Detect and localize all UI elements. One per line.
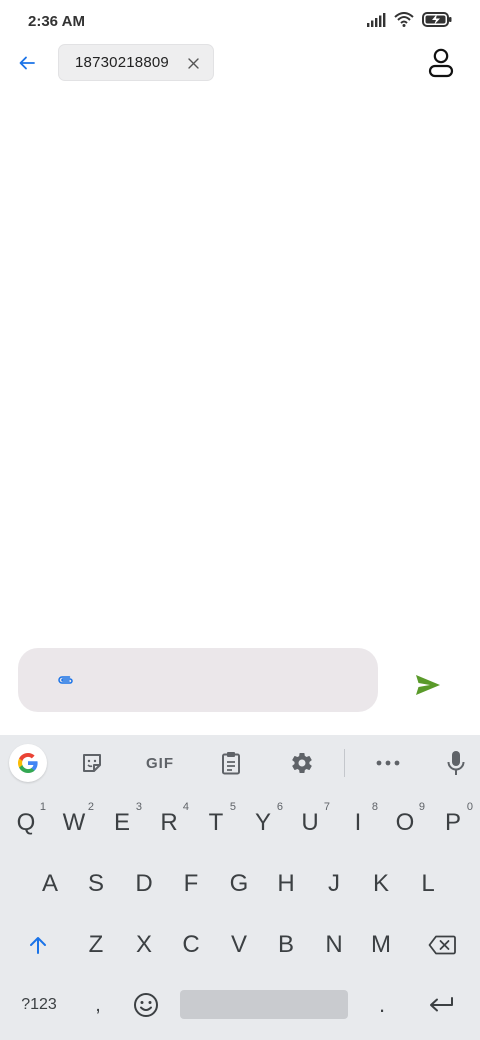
key-h[interactable]: H [263,860,309,908]
backspace-key[interactable] [418,921,466,969]
send-icon [416,675,440,695]
person-icon [428,48,454,78]
key-l[interactable]: L [405,860,451,908]
key-j[interactable]: J [311,860,357,908]
arrow-left-icon [19,56,35,70]
send-button[interactable] [408,665,448,705]
contact-button[interactable] [424,46,458,80]
key-a[interactable]: A [27,860,73,908]
status-time: 2:36 AM [28,13,85,30]
key-g[interactable]: G [216,860,262,908]
comma-key[interactable]: , [76,981,120,1029]
enter-arrow-icon [430,997,453,1012]
settings-button[interactable] [282,743,322,783]
paperclip-icon [58,676,73,684]
close-icon [187,57,199,69]
back-button[interactable] [14,50,40,76]
key-m[interactable]: M [358,921,404,969]
gear-icon [292,753,312,774]
key-u[interactable]: U7 [287,799,333,847]
key-c[interactable]: C [168,921,214,969]
google-button[interactable] [8,743,48,783]
recipient-chip[interactable]: 18730218809 [58,44,214,81]
gif-label: GIF [146,754,174,772]
more-button[interactable] [368,743,408,783]
voice-input-button[interactable] [436,743,476,783]
shift-arrow-icon [30,937,46,954]
clipboard-button[interactable] [211,743,251,783]
key-x[interactable]: X [121,921,167,969]
emoji-icon [134,993,158,1017]
sticker-button[interactable] [72,743,112,783]
attach-button[interactable] [54,668,78,692]
key-v[interactable]: V [216,921,262,969]
chip-remove-button[interactable] [185,55,201,71]
key-z[interactable]: Z [73,921,119,969]
key-e[interactable]: E3 [99,799,145,847]
key-p[interactable]: P0 [430,799,476,847]
shift-key[interactable] [14,921,62,969]
wifi-icon [394,12,414,32]
status-icons [366,12,452,32]
spacebar[interactable] [180,990,348,1019]
compose-box [18,648,378,712]
key-i[interactable]: I8 [335,799,381,847]
keyboard-toolbar: GIF [0,735,480,790]
more-icon [376,760,400,766]
google-g-icon [18,753,38,773]
key-t[interactable]: T5 [193,799,239,847]
key-n[interactable]: N [311,921,357,969]
key-k[interactable]: K [358,860,404,908]
status-bar: 2:36 AM [0,0,480,44]
symbols-key[interactable]: ?123 [12,981,66,1029]
key-f[interactable]: F [168,860,214,908]
top-bar: 18730218809 [0,44,480,82]
key-r[interactable]: R4 [146,799,192,847]
signal-icon [366,12,386,32]
sticker-icon [83,754,101,772]
gif-button[interactable]: GIF [140,743,180,783]
backspace-icon [428,935,456,955]
key-b[interactable]: B [263,921,309,969]
key-s[interactable]: S [73,860,119,908]
key-y[interactable]: Y6 [240,799,286,847]
clipboard-icon [222,752,240,775]
toolbar-divider [344,749,345,777]
recipient-number: 18730218809 [75,54,169,71]
key-d[interactable]: D [121,860,167,908]
key-w[interactable]: W2 [51,799,97,847]
keyboard: GIF Q 1 W 2 E 3 R 4 T 5 Y 6 U 7 I 8 O 9 … [0,735,480,1040]
key-o[interactable]: O9 [382,799,428,847]
battery-charging-icon [422,12,452,32]
emoji-key[interactable] [124,981,168,1029]
key-q[interactable]: Q1 [3,799,49,847]
period-key[interactable]: . [360,981,404,1029]
message-input[interactable] [88,662,358,698]
microphone-icon [447,751,465,775]
enter-key[interactable] [416,981,466,1029]
message-list [0,90,480,640]
